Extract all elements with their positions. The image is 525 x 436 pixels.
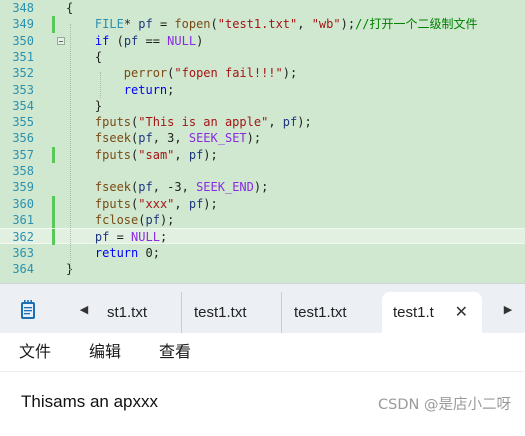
- tab-st1[interactable]: st1.txt: [95, 292, 182, 334]
- chevron-left-icon[interactable]: ◀: [74, 299, 94, 321]
- code-text: fseek(pf, -3, SEEK_END);: [94, 180, 269, 195]
- code-line[interactable]: 355 fputs("This is an apple", pf);: [0, 114, 525, 130]
- code-line[interactable]: 361 fclose(pf);: [0, 211, 525, 229]
- indent-guide: [70, 24, 71, 270]
- modified-line-marker: [52, 146, 55, 163]
- code-text: }: [66, 98, 103, 113]
- chevron-right-icon[interactable]: ▶: [498, 299, 518, 321]
- code-text: pf = NULL;: [94, 230, 168, 245]
- code-text: FILE* pf = fopen("test1.txt", "wb");//打开…: [94, 17, 478, 32]
- code-text: fputs("sam", pf);: [94, 147, 218, 162]
- code-text: fclose(pf);: [94, 212, 175, 227]
- tab-test1-a[interactable]: test1.txt: [182, 292, 282, 334]
- line-number: 350: [12, 33, 34, 48]
- document-content: Thisams an apxxx: [21, 392, 158, 411]
- code-line[interactable]: 352 perror("fopen fail!!!");: [0, 65, 525, 81]
- close-icon[interactable]: ✕: [448, 292, 468, 334]
- code-text: fputs("xxx", pf);: [94, 196, 218, 211]
- code-line[interactable]: 363 return 0;: [0, 245, 525, 261]
- menu-view[interactable]: 查看: [159, 333, 191, 371]
- menu-bar: 文件 编辑 查看: [0, 333, 525, 372]
- tab-test1-b[interactable]: test1.txt: [282, 292, 382, 334]
- tab-test1-active[interactable]: test1.t ✕: [382, 292, 482, 334]
- line-number: 364: [12, 261, 34, 276]
- text-area[interactable]: Thisams an apxxx CSDN @是店小二呀: [0, 372, 525, 436]
- modified-line-marker: [52, 195, 55, 212]
- tab-label: test1.txt: [294, 304, 347, 321]
- tab-label: st1.txt: [107, 304, 148, 321]
- line-number: 348: [12, 1, 34, 15]
- line-number: 358: [12, 164, 34, 178]
- tab-label: test1.txt: [194, 304, 247, 321]
- code-line[interactable]: 350 if (pf == NULL): [0, 33, 525, 49]
- tab-bar: ◀ st1.txt test1.txt test1.txt test1.t ✕ …: [0, 283, 525, 334]
- modified-line-marker: [52, 16, 55, 33]
- code-text: {: [66, 49, 103, 64]
- code-line[interactable]: 364}: [0, 261, 525, 277]
- code-text: fseek(pf, 3, SEEK_SET);: [94, 131, 262, 146]
- menu-edit[interactable]: 编辑: [89, 333, 121, 371]
- line-number: 361: [12, 212, 34, 227]
- code-line[interactable]: 359 fseek(pf, -3, SEEK_END);: [0, 179, 525, 195]
- code-line[interactable]: 356 fseek(pf, 3, SEEK_SET);: [0, 130, 525, 146]
- line-number: 353: [12, 82, 34, 97]
- line-number: 354: [12, 98, 34, 113]
- indent-guide: [100, 72, 101, 98]
- line-number: 362: [12, 230, 34, 245]
- code-line[interactable]: 349 FILE* pf = fopen("test1.txt", "wb");…: [0, 16, 525, 33]
- line-number: 351: [12, 49, 34, 64]
- tab-label: test1.t: [393, 304, 434, 321]
- line-number: 363: [12, 245, 34, 260]
- line-number: 352: [12, 66, 34, 81]
- code-line[interactable]: 358: [0, 163, 525, 179]
- modified-line-marker: [52, 229, 55, 246]
- code-text: return 0;: [94, 245, 160, 260]
- notepad-icon: [21, 300, 35, 319]
- code-line[interactable]: 354 }: [0, 98, 525, 114]
- menu-file[interactable]: 文件: [19, 333, 51, 371]
- line-number: 355: [12, 115, 34, 130]
- line-number: 359: [12, 180, 34, 195]
- watermark: CSDN @是店小二呀: [378, 397, 511, 413]
- code-text: {: [66, 1, 74, 15]
- line-number: 349: [12, 17, 34, 32]
- code-line[interactable]: 357 fputs("sam", pf);: [0, 146, 525, 163]
- collapse-icon[interactable]: [57, 36, 65, 45]
- code-text: return;: [123, 82, 175, 97]
- code-line[interactable]: 353 return;: [0, 82, 525, 98]
- code-editor[interactable]: 348 {349 FILE* pf = fopen("test1.txt", "w…: [0, 0, 525, 283]
- line-number: 356: [12, 131, 34, 146]
- code-line[interactable]: 348 {: [0, 0, 525, 16]
- code-line[interactable]: 360 fputs("xxx", pf);: [0, 195, 525, 212]
- code-text: fputs("This is an apple", pf);: [94, 115, 312, 130]
- notepad-window: ◀ st1.txt test1.txt test1.txt test1.t ✕ …: [0, 283, 525, 436]
- code-line[interactable]: 362 pf = NULL;: [0, 228, 525, 246]
- code-text: if (pf == NULL): [94, 33, 204, 48]
- line-number: 360: [12, 196, 34, 211]
- modified-line-marker: [52, 211, 55, 229]
- code-line[interactable]: 351 {: [0, 49, 525, 65]
- line-number: 357: [12, 147, 34, 162]
